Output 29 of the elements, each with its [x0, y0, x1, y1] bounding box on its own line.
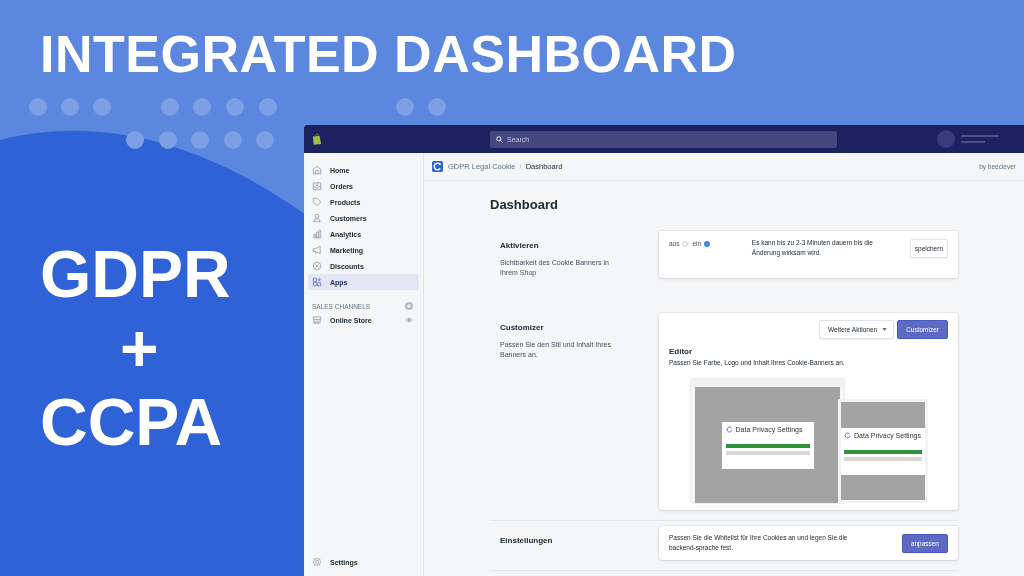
gear-icon	[312, 557, 322, 567]
tagline-text: GDPR	[40, 237, 231, 311]
discount-icon	[312, 261, 322, 271]
section-title: Einstellungen	[500, 536, 554, 545]
person-icon	[312, 213, 322, 223]
avatar[interactable]	[937, 130, 955, 148]
tagline-text: +	[120, 311, 159, 385]
section-title: Aktivieren	[500, 241, 540, 250]
bar-chart-icon	[312, 229, 322, 239]
account-lines-icon	[961, 134, 1001, 144]
search-icon	[496, 135, 503, 143]
section-title: Customizer	[500, 323, 545, 332]
tag-icon	[312, 197, 322, 207]
apps-grid-icon	[312, 277, 322, 287]
eye-icon[interactable]	[405, 316, 413, 324]
megaphone-icon	[312, 245, 322, 255]
house-icon	[312, 165, 322, 175]
editor-heading: Editor	[669, 347, 694, 356]
inbox-icon	[312, 181, 322, 191]
shopping-bag-icon	[312, 133, 322, 145]
tagline-text: CCPA	[40, 385, 223, 459]
refresh-icon	[725, 425, 733, 433]
headline: INTEGRATED DASHBOARD	[40, 24, 738, 85]
caret-icon	[882, 328, 888, 331]
add-icon[interactable]	[405, 302, 413, 310]
store-icon	[312, 315, 322, 325]
app-logo-icon	[432, 161, 443, 172]
refresh-icon	[844, 431, 851, 439]
page-title: Dashboard	[490, 197, 559, 212]
